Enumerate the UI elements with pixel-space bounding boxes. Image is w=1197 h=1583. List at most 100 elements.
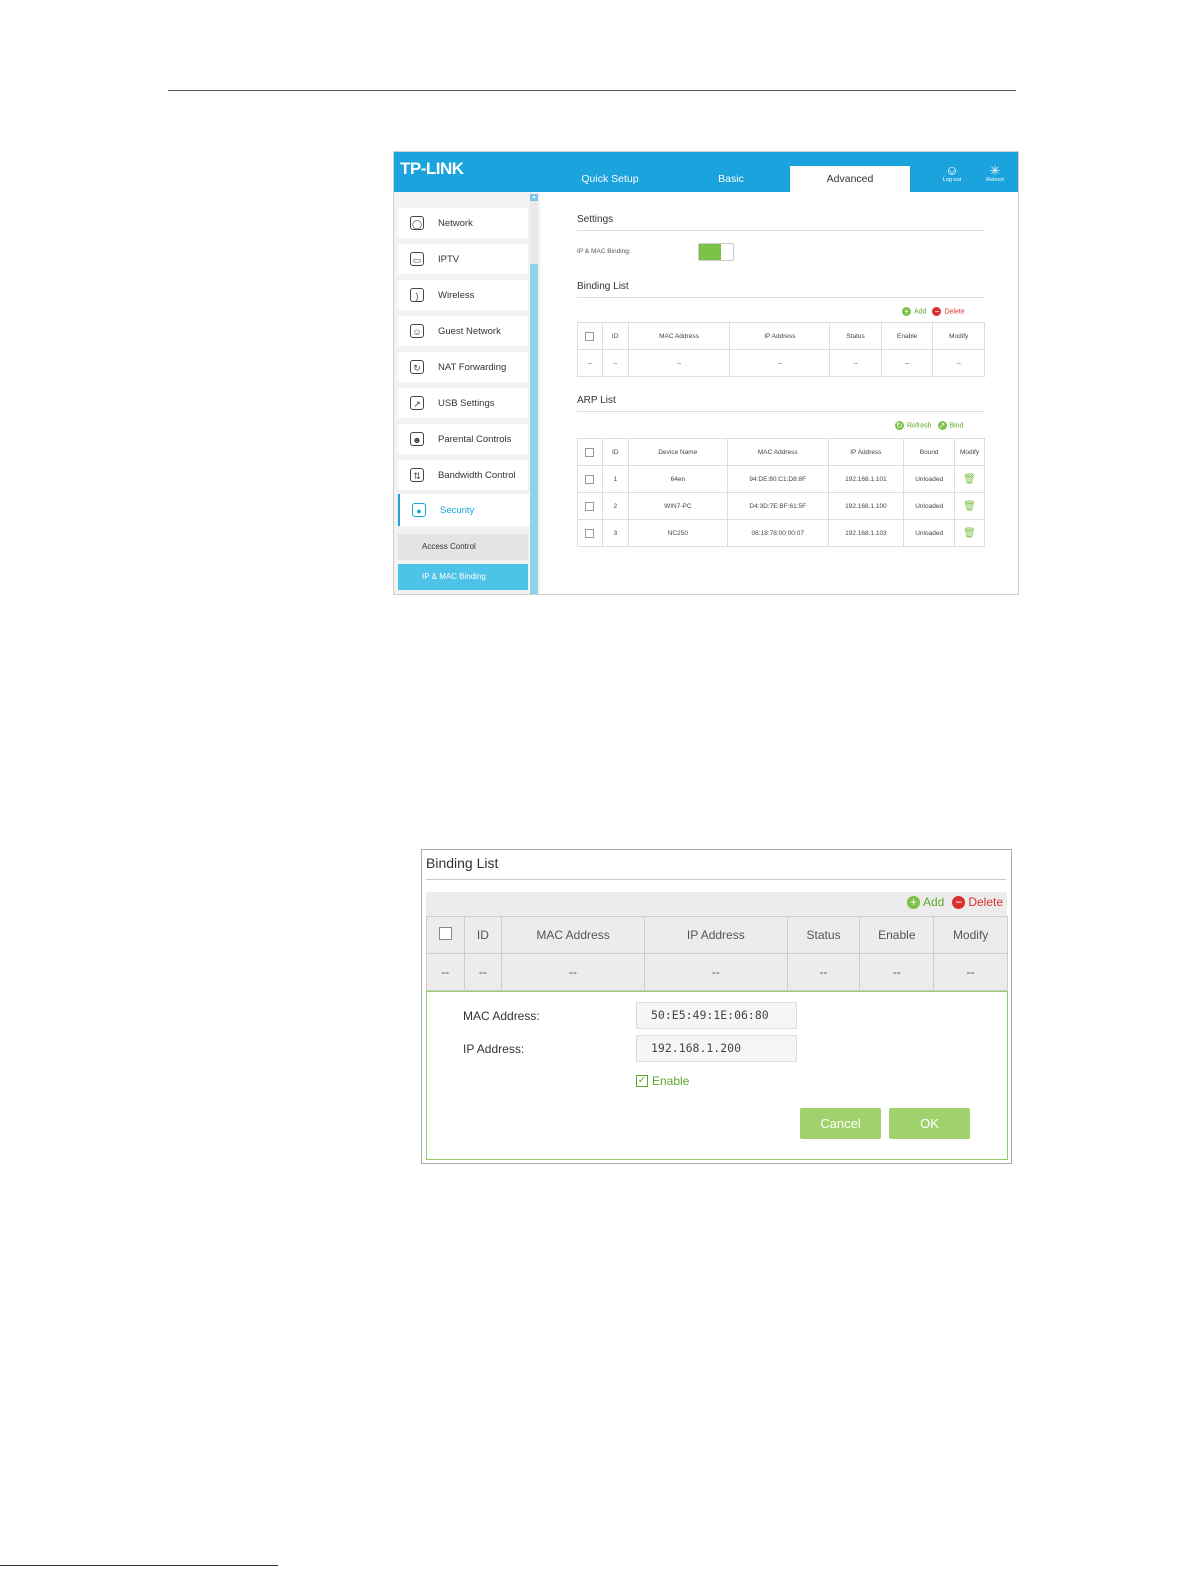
tab-quick-setup[interactable]: Quick Setup: [558, 166, 662, 192]
sidebar-subitem-ip-mac-binding[interactable]: IP & MAC Binding: [398, 564, 528, 590]
trash-icon[interactable]: 🗑: [954, 492, 985, 520]
refresh-icon: ↻: [895, 421, 904, 430]
empty-cell: --: [786, 953, 861, 991]
add-button[interactable]: + Add: [906, 895, 945, 910]
delete-icon: −: [932, 307, 942, 316]
cell-bound: Unloaded: [903, 519, 956, 547]
delete-button[interactable]: − Delete: [932, 307, 965, 316]
globe-icon: ◯: [410, 216, 424, 230]
add-label: Add: [922, 895, 945, 909]
refresh-label: Refresh: [907, 422, 932, 430]
cell-bound: Unloaded: [903, 492, 956, 520]
divider: [577, 297, 985, 298]
cell-ip-address: 192.168.1.100: [827, 492, 905, 520]
cell-id: 1: [601, 465, 629, 493]
footer-rule: [0, 1565, 278, 1566]
empty-cell: --: [859, 953, 935, 991]
arp-table: ID Device Name MAC Address IP Address Bo…: [577, 438, 985, 547]
sidebar-item-wireless[interactable]: ) Wireless: [398, 280, 528, 310]
empty-cell: --: [463, 953, 503, 991]
reboot-label: Reboot: [986, 177, 1004, 183]
cell-ip-address: 192.168.1.103: [827, 519, 905, 547]
trash-icon[interactable]: 🗑: [954, 465, 985, 493]
sidebar-item-parental-controls[interactable]: ☻ Parental Controls: [398, 424, 528, 454]
divider: [577, 411, 985, 412]
delete-icon: −: [952, 896, 966, 910]
sidebar-item-iptv[interactable]: ▭ IPTV: [398, 244, 528, 274]
col-status: Status: [829, 322, 882, 350]
cell-device-name: 64en: [627, 465, 728, 493]
binding-list-add-screenshot: Binding List + Add − Delete ID MAC Address…: [421, 849, 1012, 1164]
sidebar-item-bandwidth-control[interactable]: ⇅ Bandwidth Control: [398, 460, 528, 490]
bind-icon: ↗: [937, 421, 947, 430]
empty-cell: --: [933, 953, 1008, 991]
empty-cell: --: [729, 349, 831, 377]
table-header-row: ID MAC Address IP Address Status Enable …: [426, 916, 1008, 954]
cell-ip-address: 192.168.1.101: [827, 465, 905, 493]
logout-button[interactable]: ⎉ Log out: [937, 164, 967, 183]
select-all-checkbox[interactable]: [426, 916, 465, 954]
empty-cell: --: [643, 953, 788, 991]
sidebar-item-security[interactable]: ● Security: [398, 494, 530, 526]
enable-checkbox[interactable]: ✓ Enable: [636, 1074, 689, 1088]
sidebar-item-label: Wireless: [438, 289, 475, 301]
col-enable: Enable: [880, 322, 934, 350]
cancel-button[interactable]: Cancel: [800, 1108, 881, 1139]
nat-icon: ↻: [410, 360, 424, 374]
sidebar-item-guest-network[interactable]: ☺ Guest Network: [398, 316, 528, 346]
cell-id: 3: [601, 519, 629, 547]
sidebar-item-label: NAT Forwarding: [438, 361, 507, 373]
col-ip-address: IP Address: [643, 916, 788, 954]
cell-bound: Unloaded: [903, 465, 956, 493]
sidebar-subitem-access-control[interactable]: Access Control: [398, 534, 528, 560]
binding-list-title: Binding List: [426, 855, 499, 871]
cell-device-name: WIN7-PC: [627, 492, 728, 520]
sidebar-item-nat-forwarding[interactable]: ↻ NAT Forwarding: [398, 352, 528, 382]
ip-address-field[interactable]: 192.168.1.200: [636, 1035, 797, 1062]
col-modify: Modify: [954, 438, 985, 466]
tab-advanced[interactable]: Advanced: [790, 166, 910, 192]
empty-cell: --: [501, 953, 645, 991]
row-checkbox[interactable]: [577, 465, 603, 493]
empty-cell: --: [932, 349, 985, 377]
refresh-button[interactable]: ↻ Refresh: [895, 421, 932, 430]
router-admin-screenshot: TP-LINK Quick Setup Basic Advanced ⎉ Log…: [393, 151, 1019, 595]
add-binding-form: MAC Address: 50:E5:49:1E:06:80 IP Addres…: [426, 991, 1008, 1160]
parental-icon: ☻: [410, 432, 424, 446]
cell-id: 2: [601, 492, 629, 520]
reboot-button[interactable]: ✳ Reboot: [980, 164, 1010, 183]
sidebar-item-usb-settings[interactable]: ↗ USB Settings: [398, 388, 528, 418]
ok-button[interactable]: OK: [889, 1108, 970, 1139]
bind-button[interactable]: ↗ Bind: [937, 421, 964, 430]
tab-basic[interactable]: Basic: [672, 166, 790, 192]
empty-cell: --: [829, 349, 882, 377]
row-checkbox[interactable]: [577, 492, 603, 520]
add-button[interactable]: + Add: [902, 307, 926, 316]
sidebar-item-network[interactable]: ◯ Network: [398, 208, 528, 238]
binding-table: ID MAC Address IP Address Status Enable …: [577, 322, 985, 377]
delete-button[interactable]: − Delete: [952, 895, 1003, 910]
table-row: -- -- -- -- -- -- --: [426, 953, 1008, 991]
sidebar-scrollbar-thumb[interactable]: [530, 264, 538, 594]
sidebar-item-label: Bandwidth Control: [438, 469, 516, 481]
ip-mac-binding-toggle[interactable]: [698, 243, 734, 261]
empty-cell: --: [880, 349, 934, 377]
table-header-row: ID Device Name MAC Address IP Address Bo…: [577, 438, 985, 466]
sidebar-item-label: Guest Network: [438, 325, 501, 337]
col-mac-address: MAC Address: [726, 438, 829, 466]
arp-list-title: ARP List: [577, 395, 616, 406]
col-ip-address: IP Address: [827, 438, 905, 466]
select-all-checkbox[interactable]: [577, 322, 603, 350]
logout-icon: ⎉: [946, 163, 958, 178]
logout-label: Log out: [942, 177, 962, 183]
table-row: 3 NC250 06:18:78:00:00:07 192.168.1.103 …: [577, 519, 985, 547]
mac-address-field[interactable]: 50:E5:49:1E:06:80: [636, 1002, 797, 1029]
select-all-checkbox[interactable]: [577, 438, 603, 466]
col-mac-address: MAC Address: [627, 322, 731, 350]
row-checkbox[interactable]: [577, 519, 603, 547]
lock-icon: ●: [412, 503, 426, 517]
trash-icon[interactable]: 🗑: [954, 519, 985, 547]
tv-icon: ▭: [410, 252, 424, 266]
scroll-up-icon[interactable]: ▴: [530, 194, 538, 201]
usb-icon: ↗: [410, 396, 424, 410]
